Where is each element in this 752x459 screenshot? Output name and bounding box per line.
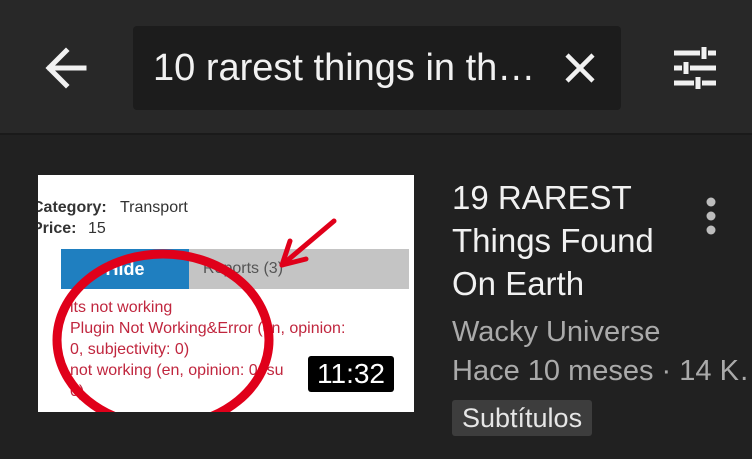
back-button[interactable] — [28, 38, 104, 98]
more-vert-icon — [706, 197, 716, 235]
header-divider — [0, 133, 752, 135]
filter-button[interactable] — [662, 36, 728, 100]
sliders-icon — [674, 47, 716, 89]
red-circle-annotation — [52, 249, 274, 412]
search-input[interactable] — [153, 40, 533, 96]
red-arrow-annotation — [279, 218, 337, 268]
arrow-left-icon — [45, 47, 87, 89]
clear-search-button[interactable] — [550, 40, 610, 96]
video-meta: Hace 10 meses · 14 K… — [452, 355, 748, 387]
video-title[interactable]: 19 RAREST Things Found On Earth — [452, 176, 692, 305]
close-icon — [565, 53, 595, 83]
search-box[interactable] — [133, 26, 621, 110]
channel-name[interactable]: Wacky Universe — [452, 313, 660, 351]
video-duration: 11:32 — [308, 356, 394, 392]
top-app-bar — [0, 0, 752, 134]
more-options-button[interactable] — [694, 190, 728, 242]
subtitles-badge: Subtítulos — [452, 400, 593, 436]
